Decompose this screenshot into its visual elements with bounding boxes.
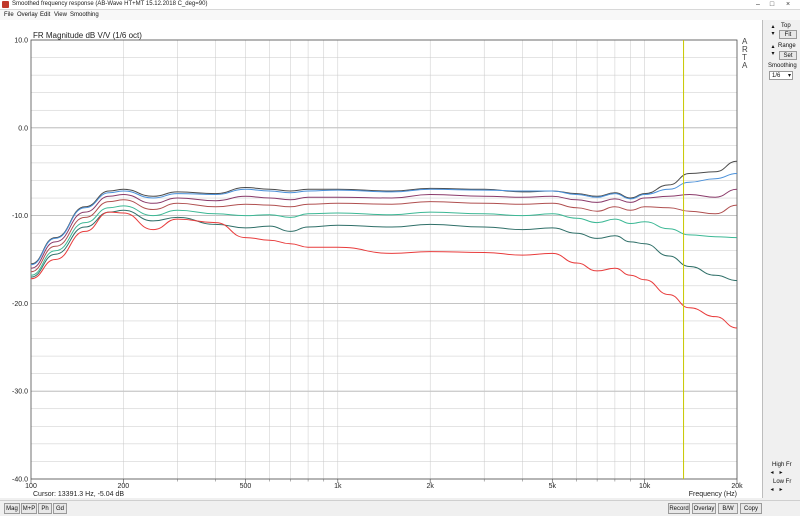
copy-button[interactable]: Copy [740, 503, 762, 514]
high-fr-left-arrow-icon[interactable]: ◂ [769, 470, 775, 476]
x-axis-label: Frequency (Hz) [689, 491, 737, 498]
x-tick-label: 2k [426, 483, 434, 490]
series-group [30, 160, 738, 329]
chevron-down-icon: ▾ [787, 73, 791, 79]
record-button[interactable]: Record [668, 503, 690, 514]
series-line-3 [30, 188, 738, 269]
maximize-button[interactable]: □ [766, 0, 778, 9]
menu-edit[interactable]: Edit [40, 10, 50, 20]
smoothing-value: 1/6 [772, 73, 781, 79]
y-tick-label: 10.0 [14, 38, 28, 45]
plot-frame [30, 39, 738, 480]
plot-area[interactable]: 10.0 0.0 -10.0 -20.0 -30.0 -40.0 100 200 500 1k 2k… [0, 20, 763, 498]
close-button[interactable]: × [782, 0, 794, 9]
tab-mag[interactable]: Mag [4, 503, 20, 514]
low-fr-right-arrow-icon[interactable]: ▸ [778, 487, 784, 493]
x-tick-label: 10k [639, 483, 651, 490]
y-tick-label: -30.0 [12, 389, 28, 396]
tab-phase[interactable]: Ph [38, 503, 52, 514]
y-tick-label: 0.0 [18, 125, 28, 132]
control-sidebar: ▴ ▾ Top Fit ▴ ▾ Range Set Smoothing 1/6 ▾… [764, 20, 800, 498]
series-line-5 [30, 205, 738, 276]
smoothing-label: Smoothing [768, 63, 797, 69]
frequency-response-chart[interactable]: 10.00.0-10.0-20.0-30.0-40.0100 200 500 1k 2k… [0, 20, 762, 498]
menu-view[interactable]: View [54, 10, 67, 20]
x-tick-label: 5k [549, 483, 557, 490]
range-up-arrow-icon[interactable]: ▴ [770, 44, 776, 50]
x-tick-label: 200 [118, 483, 130, 490]
series-line-6 [30, 209, 738, 282]
minimize-button[interactable]: – [752, 0, 764, 9]
top-down-arrow-icon[interactable]: ▾ [770, 31, 776, 37]
set-button[interactable]: Set [779, 51, 797, 60]
overlay-button[interactable]: Overlay [692, 503, 716, 514]
high-fr-right-arrow-icon[interactable]: ▸ [778, 470, 784, 476]
series-line-4 [30, 199, 738, 273]
menu-smoothing[interactable]: Smoothing [70, 10, 99, 20]
grid [30, 39, 738, 480]
high-fr-label: High Fr [772, 462, 792, 468]
series-line-1 [30, 160, 738, 265]
x-tick-label: 100 [25, 483, 37, 490]
app-icon [2, 1, 9, 8]
top-label: Top [781, 23, 791, 29]
axis-ticks: 10.00.0-10.0-20.0-30.0-40.0100 200 500 1k 2k… [12, 38, 743, 491]
range-down-arrow-icon[interactable]: ▾ [770, 51, 776, 57]
menu-overlay[interactable]: Overlay [17, 10, 38, 20]
y-tick-label: -10.0 [12, 213, 28, 220]
x-tick-label: 1k [334, 483, 342, 490]
series-line-7 [30, 211, 738, 329]
tab-mag-phase[interactable]: M+P [21, 503, 37, 514]
top-up-arrow-icon[interactable]: ▴ [770, 24, 776, 30]
menu-bar: File Overlay Edit View Smoothing [0, 10, 800, 20]
arta-watermark: ARTA [742, 37, 748, 70]
window-title: Smoothed frequency response (AB-Wave HT+… [12, 1, 208, 7]
chart-title: FR Magnitude dB V/V (1/6 oct) [33, 31, 142, 40]
smoothing-select[interactable]: 1/6 ▾ [769, 71, 793, 80]
fit-button[interactable]: Fit [779, 30, 797, 39]
x-tick-label: 500 [240, 483, 252, 490]
y-tick-label: -20.0 [12, 301, 28, 308]
tab-group-delay[interactable]: Gd [53, 503, 67, 514]
menu-file[interactable]: File [4, 10, 14, 20]
bottom-toolbar: Mag M+P Ph Gd Record Overlay B/W Copy [0, 500, 800, 516]
low-fr-left-arrow-icon[interactable]: ◂ [769, 487, 775, 493]
range-label: Range [778, 43, 796, 49]
bw-button[interactable]: B/W [718, 503, 738, 514]
cursor-readout: Cursor: 13391.3 Hz, -5.04 dB [33, 491, 124, 498]
title-bar: Smoothed frequency response (AB-Wave HT+… [0, 0, 800, 10]
low-fr-label: Low Fr [773, 479, 792, 485]
x-tick-label: 20k [731, 483, 743, 490]
arta-letter: A [742, 61, 748, 70]
